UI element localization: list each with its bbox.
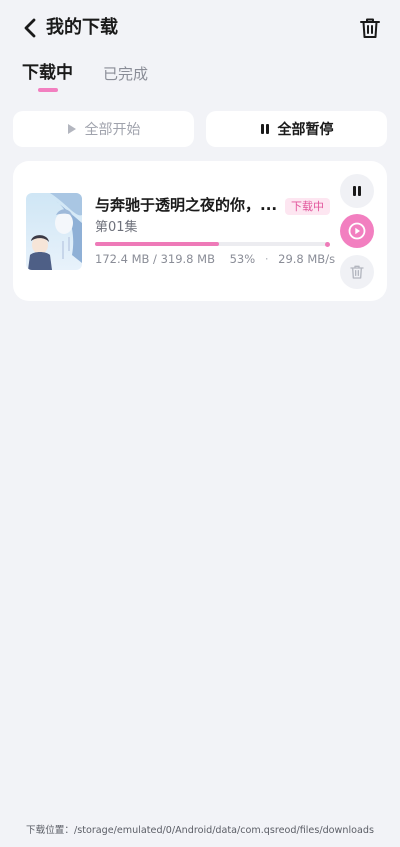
start-all-label: 全部开始 bbox=[84, 122, 141, 138]
status-badge: 下载中 bbox=[285, 198, 330, 215]
page-title: 我的下载 bbox=[46, 17, 118, 38]
downloaded-size: 172.4 MB bbox=[95, 252, 150, 266]
pause-all-button[interactable]: 全部暂停 bbox=[206, 111, 387, 147]
pause-icon bbox=[353, 186, 361, 196]
download-path: 下载位置：/storage/emulated/0/Android/data/co… bbox=[26, 825, 374, 836]
tab-completed[interactable]: 已完成 bbox=[103, 61, 148, 87]
separator-dot: · bbox=[264, 252, 269, 266]
download-stats: 172.4 MB / 319.8 MB 53% · 29.8 MB/s bbox=[95, 252, 336, 266]
pause-icon bbox=[260, 124, 269, 134]
delete-all-button[interactable] bbox=[358, 16, 382, 40]
delete-download-button[interactable] bbox=[340, 255, 374, 289]
play-circle-icon bbox=[348, 222, 366, 240]
play-video-button[interactable] bbox=[340, 214, 374, 248]
play-icon bbox=[67, 124, 76, 134]
download-item: 与奔驰于透明之夜的你，... 下载中 第01集 172.4 MB / 319.8… bbox=[13, 161, 387, 301]
back-button[interactable] bbox=[18, 16, 42, 40]
episode-label: 第01集 bbox=[95, 220, 138, 235]
progress-fill bbox=[95, 242, 220, 246]
pause-download-button[interactable] bbox=[340, 174, 374, 208]
tab-downloading[interactable]: 下载中 bbox=[22, 60, 73, 86]
progress-bar bbox=[95, 241, 330, 247]
cover-image[interactable] bbox=[26, 193, 82, 270]
tab-indicator bbox=[38, 88, 58, 92]
total-size: 319.8 MB bbox=[160, 252, 215, 266]
download-title: 与奔驰于透明之夜的你，... bbox=[95, 196, 278, 214]
bulk-actions: 全部开始 全部暂停 bbox=[13, 111, 387, 147]
progress-percent: 53% bbox=[229, 252, 256, 266]
tab-bar: 下载中 已完成 bbox=[0, 60, 400, 100]
start-all-button[interactable]: 全部开始 bbox=[13, 111, 194, 147]
trash-icon bbox=[350, 265, 364, 279]
header: 我的下载 bbox=[0, 0, 400, 56]
trash-icon bbox=[360, 18, 380, 38]
pause-all-label: 全部暂停 bbox=[277, 122, 334, 138]
progress-end-dot bbox=[325, 241, 330, 247]
chevron-left-icon bbox=[24, 18, 36, 38]
download-speed: 29.8 MB/s bbox=[278, 252, 336, 266]
